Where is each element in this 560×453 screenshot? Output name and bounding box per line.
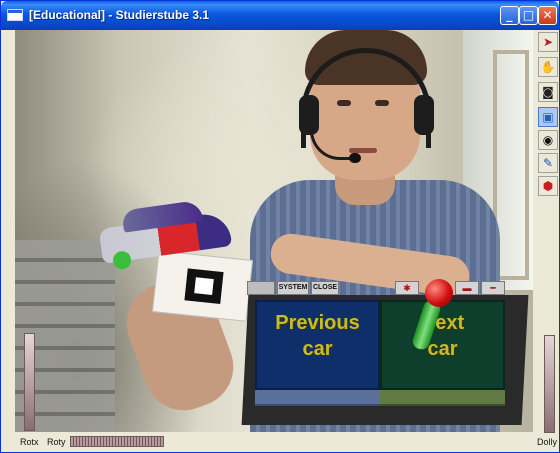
panel-tab-tool-icon[interactable]: ▬: [455, 281, 479, 295]
close-button[interactable]: ✕: [538, 6, 557, 25]
panel-tab-close[interactable]: CLOSE: [311, 281, 339, 295]
headset-earcup-right: [414, 95, 434, 135]
roty-slider[interactable]: [70, 436, 164, 447]
title-bar[interactable]: [Educational] - Studierstube 3.1 _ □ ✕: [1, 1, 559, 30]
app-icon: [7, 9, 23, 21]
previous-car-button[interactable]: Previous car: [255, 300, 380, 390]
dolly-slider[interactable]: [544, 335, 555, 433]
tool-palette: ➤ ✋ ◙ ▣ ◉ ✎ ⬢: [537, 30, 559, 210]
previous-car-label-line1: Previous: [275, 312, 360, 334]
cube-icon[interactable]: ⬢: [538, 176, 558, 196]
panel-tab-system[interactable]: SYSTEM: [277, 281, 309, 295]
window-icon[interactable]: ▣: [538, 107, 558, 127]
maximize-button[interactable]: □: [519, 6, 538, 25]
headset-mic: [349, 153, 361, 163]
panel-tab-network-icon[interactable]: ✱: [395, 281, 419, 295]
ar-marker-pattern: [184, 268, 224, 304]
next-car-label-line2: car: [427, 338, 458, 360]
pointer-arrow-icon[interactable]: ➤: [538, 32, 558, 52]
app-window: [Educational] - Studierstube 3.1 _ □ ✕ S…: [0, 0, 560, 453]
next-car-button[interactable]: Next car: [380, 300, 505, 390]
window-title: [Educational] - Studierstube 3.1: [29, 8, 210, 22]
camera-icon[interactable]: ◙: [538, 82, 558, 102]
panel-tab-gun-icon[interactable]: ━: [481, 281, 505, 295]
panel-tab-blank[interactable]: [247, 281, 275, 295]
rotx-slider[interactable]: [24, 333, 35, 431]
ar-viewport[interactable]: SYSTEM CLOSE ✱ ▬ ━ Previous car Next car: [15, 30, 533, 432]
dolly-label: Dolly: [537, 437, 558, 447]
eye-icon[interactable]: ◉: [538, 130, 558, 150]
hand-icon[interactable]: ✋: [538, 57, 558, 77]
previous-car-label-line2: car: [302, 338, 333, 360]
roty-label: Roty: [47, 437, 66, 447]
virtual-pen-tip-ball[interactable]: [425, 279, 453, 307]
next-car-label-line1: Next: [420, 312, 465, 334]
rotx-label: Rotx: [20, 437, 39, 447]
headset-earcup-left: [299, 95, 319, 135]
minimize-button[interactable]: _: [500, 6, 519, 25]
pen-icon[interactable]: ✎: [538, 153, 558, 173]
